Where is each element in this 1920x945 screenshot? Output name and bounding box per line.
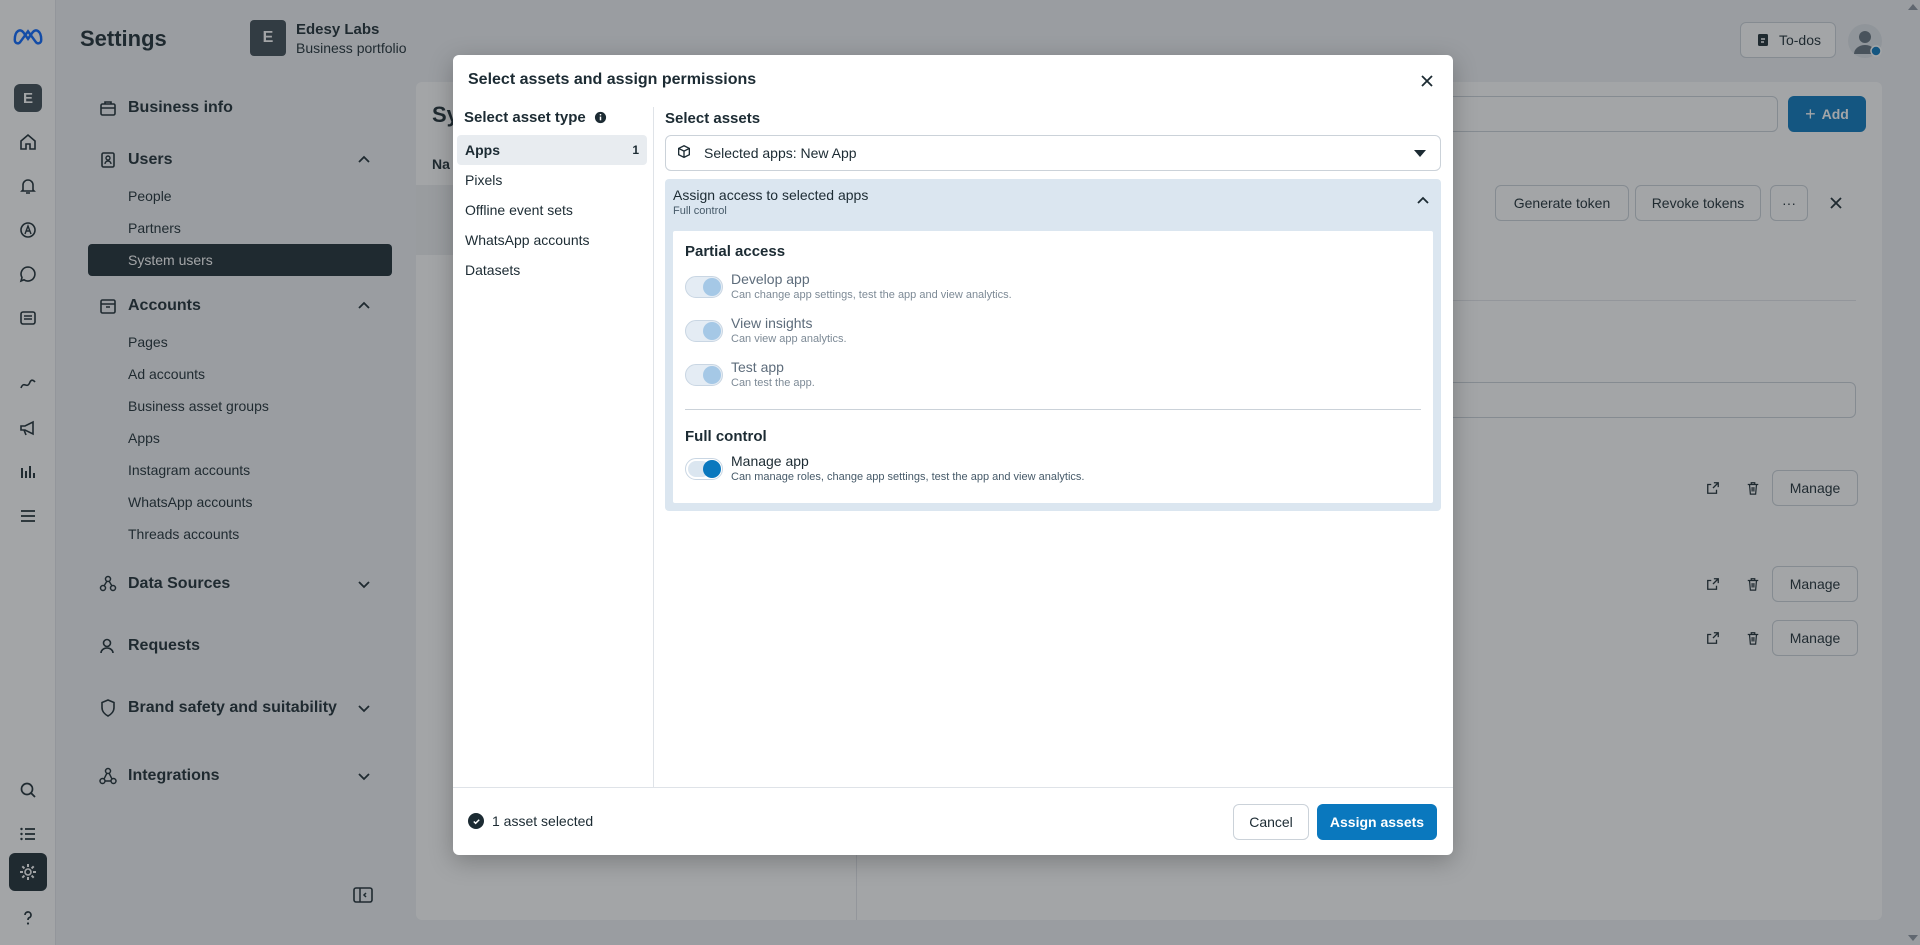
permission-name: Develop app bbox=[731, 271, 810, 287]
asset-type-label: Apps bbox=[465, 142, 500, 158]
permission-name: Test app bbox=[731, 359, 784, 375]
asset-type-label: Offline event sets bbox=[465, 202, 573, 218]
permission-develop-app: Develop app Can change app settings, tes… bbox=[685, 271, 1415, 301]
asset-type-label: Datasets bbox=[465, 262, 521, 278]
selection-status-label: 1 asset selected bbox=[492, 813, 594, 829]
permission-description: Can change app settings, test the app an… bbox=[731, 289, 1012, 301]
chevron-up-icon[interactable] bbox=[1415, 193, 1431, 209]
test-app-toggle[interactable] bbox=[685, 364, 723, 386]
assign-access-header[interactable]: Assign access to selected apps Full cont… bbox=[673, 187, 868, 217]
selected-apps-dropdown[interactable]: Selected apps: New App bbox=[665, 135, 1441, 171]
asset-type-pixels[interactable]: Pixels bbox=[457, 165, 647, 195]
permission-name: Manage app bbox=[731, 453, 809, 469]
asset-type-heading-label: Select asset type bbox=[464, 109, 586, 126]
assign-assets-button[interactable]: Assign assets bbox=[1317, 804, 1437, 840]
view-insights-toggle[interactable] bbox=[685, 320, 723, 342]
check-circle-icon bbox=[468, 813, 484, 829]
asset-count-badge: 1 bbox=[632, 143, 639, 157]
selection-status: 1 asset selected bbox=[468, 813, 593, 829]
scroll-up-arrow[interactable] bbox=[1908, 4, 1918, 10]
assign-access-title: Assign access to selected apps bbox=[673, 187, 869, 203]
permission-name: View insights bbox=[731, 315, 813, 331]
assign-permissions-dialog: Select assets and assign permissions Sel… bbox=[453, 55, 1453, 855]
permissions-divider bbox=[685, 409, 1421, 410]
dropdown-caret-icon bbox=[1414, 150, 1426, 157]
app-cube-icon bbox=[676, 144, 694, 162]
assign-access-panel: Assign access to selected apps Full cont… bbox=[665, 179, 1441, 511]
permission-view-insights: View insights Can view app analytics. bbox=[685, 315, 1415, 345]
info-icon[interactable] bbox=[594, 111, 607, 124]
dropdown-value: Selected apps: New App bbox=[704, 145, 857, 161]
permission-description: Can test the app. bbox=[731, 377, 815, 389]
develop-app-toggle[interactable] bbox=[685, 276, 723, 298]
asset-type-whatsapp-accounts[interactable]: WhatsApp accounts bbox=[457, 225, 647, 255]
select-assets-heading: Select assets bbox=[665, 110, 761, 127]
dialog-footer: 1 asset selected Cancel Assign assets bbox=[453, 787, 1453, 855]
dialog-title: Select assets and assign permissions bbox=[468, 71, 757, 88]
asset-type-list: Apps 1 Pixels Offline event sets WhatsAp… bbox=[457, 135, 647, 285]
assign-access-subtitle: Full control bbox=[673, 205, 727, 217]
permission-manage-app: Manage app Can manage roles, change app … bbox=[685, 453, 1415, 483]
cancel-button[interactable]: Cancel bbox=[1233, 804, 1309, 840]
scroll-down-arrow[interactable] bbox=[1908, 935, 1918, 941]
asset-type-heading: Select asset type bbox=[464, 109, 607, 126]
close-dialog-icon[interactable] bbox=[1415, 69, 1439, 93]
asset-type-label: WhatsApp accounts bbox=[465, 232, 590, 248]
manage-app-toggle[interactable] bbox=[685, 458, 723, 480]
asset-type-datasets[interactable]: Datasets bbox=[457, 255, 647, 285]
asset-type-label: Pixels bbox=[465, 172, 503, 188]
permission-description: Can view app analytics. bbox=[731, 333, 847, 345]
partial-access-heading: Partial access bbox=[685, 243, 786, 260]
full-control-heading: Full control bbox=[685, 428, 767, 445]
permissions-card: Partial access Develop app Can change ap… bbox=[673, 231, 1433, 503]
permission-test-app: Test app Can test the app. bbox=[685, 359, 1415, 389]
permission-description: Can manage roles, change app settings, t… bbox=[731, 471, 1085, 483]
asset-type-apps[interactable]: Apps 1 bbox=[457, 135, 647, 165]
asset-type-offline-event-sets[interactable]: Offline event sets bbox=[457, 195, 647, 225]
